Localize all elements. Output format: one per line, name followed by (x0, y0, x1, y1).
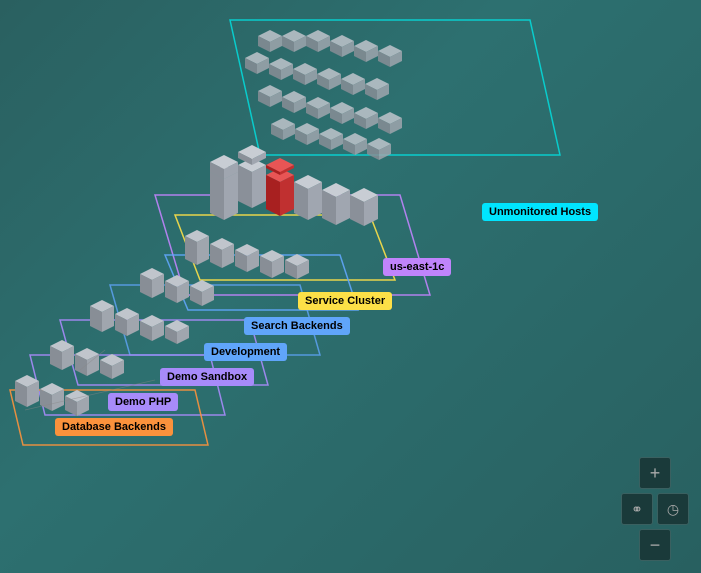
main-canvas: Unmonitored Hosts us-east-1c Service Clu… (0, 0, 701, 573)
unmonitored-hosts-label: Unmonitored Hosts (482, 203, 598, 221)
service-cluster-label: Service Cluster (298, 292, 392, 310)
us-east-1c-label: us-east-1c (383, 258, 451, 276)
network-diagram (0, 0, 701, 573)
demo-sandbox-label: Demo Sandbox (160, 368, 254, 386)
zoom-out-button[interactable]: − (639, 529, 671, 561)
zoom-in-button[interactable]: + (639, 457, 671, 489)
link-tool-button[interactable]: ⚭ (621, 493, 653, 525)
demo-php-label: Demo PHP (108, 393, 178, 411)
search-backends-label: Search Backends (244, 317, 350, 335)
development-label: Development (204, 343, 287, 361)
map-controls: + ⚭ ◷ − (621, 457, 689, 561)
history-tool-button[interactable]: ◷ (657, 493, 689, 525)
database-backends-label: Database Backends (55, 418, 173, 436)
